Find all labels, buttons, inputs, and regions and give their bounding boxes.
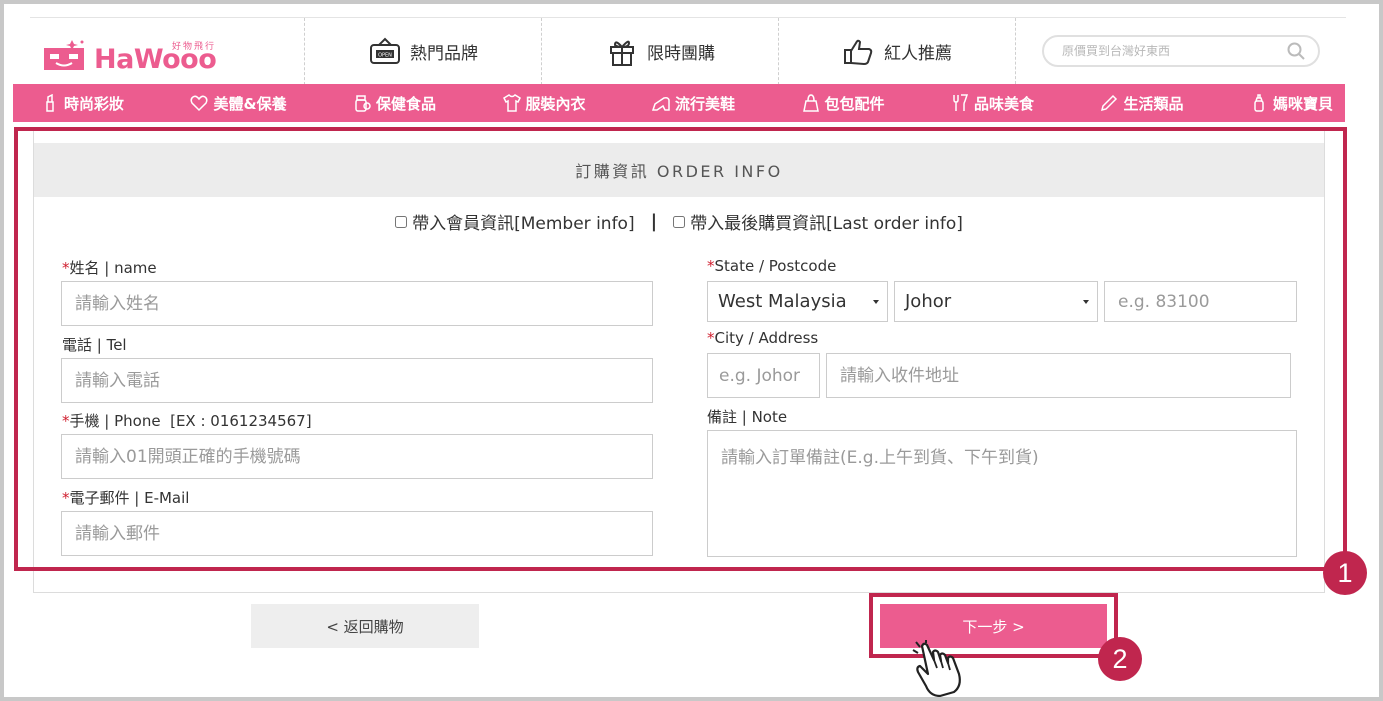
logo-mark-icon bbox=[44, 40, 84, 70]
category-bar: 時尚彩妝 美體&保養 保健食品 服裝內衣 流行美鞋 包包配件 品味美食 生活類品… bbox=[13, 84, 1345, 122]
dropdown-caret-icon bbox=[1083, 299, 1089, 304]
nav-influencer-picks[interactable]: 紅人推薦 bbox=[778, 18, 1015, 85]
category-label: 保健食品 bbox=[376, 94, 437, 113]
pencil-icon bbox=[1101, 94, 1118, 112]
dropdown-caret-icon bbox=[873, 299, 879, 304]
nav-group-buy[interactable]: 限時團購 bbox=[541, 18, 778, 85]
note-field[interactable] bbox=[707, 430, 1297, 557]
state-select-value: West Malaysia bbox=[718, 291, 847, 312]
last-order-checkbox[interactable] bbox=[673, 215, 686, 228]
member-info-option[interactable]: 帶入會員資訊[Member info] bbox=[395, 209, 635, 234]
category-bags[interactable]: 包包配件 bbox=[802, 93, 885, 114]
category-label: 媽咪寶貝 bbox=[1272, 94, 1333, 113]
gift-icon bbox=[610, 40, 634, 66]
option-separator: | bbox=[650, 211, 658, 232]
region-select-value: Johor bbox=[905, 291, 952, 312]
nav-hot-brands[interactable]: OPEN 熱門品牌 bbox=[304, 18, 541, 85]
step-badge-2: 2 bbox=[1098, 637, 1142, 681]
email-field[interactable] bbox=[61, 511, 653, 556]
search-input[interactable] bbox=[1062, 44, 1286, 58]
bag-icon bbox=[802, 94, 819, 112]
search-icon[interactable] bbox=[1286, 41, 1306, 61]
note-label: 備註 | Note bbox=[707, 408, 788, 426]
region-select[interactable]: Johor bbox=[894, 281, 1098, 322]
name-label: *姓名 | name bbox=[62, 259, 157, 277]
tel-label: 電話 | Tel bbox=[62, 336, 127, 354]
shirt-icon bbox=[502, 94, 521, 112]
category-shoes[interactable]: 流行美鞋 bbox=[652, 93, 735, 114]
site-header: HaWooo 好物飛行 OPEN 熱門品牌 限時團購 紅人推薦 原價買到台灣好東… bbox=[30, 17, 1346, 85]
supplement-icon bbox=[355, 95, 371, 112]
last-order-label: 帶入最後購買資訊[Last order info] bbox=[690, 214, 963, 234]
city-field[interactable] bbox=[707, 353, 820, 398]
category-food[interactable]: 品味美食 bbox=[951, 93, 1034, 114]
search-area bbox=[1015, 18, 1346, 84]
category-label: 包包配件 bbox=[824, 94, 885, 113]
category-bodycare[interactable]: 美體&保養 bbox=[190, 93, 287, 114]
lipstick-icon bbox=[46, 94, 54, 112]
nav-hot-brands-label: 熱門品牌 bbox=[410, 44, 478, 64]
nav-group-buy-label: 限時團購 bbox=[647, 44, 715, 64]
thumbs-up-icon bbox=[844, 39, 873, 65]
autofill-options: 帶入會員資訊[Member info] | 帶入最後購買資訊[Last orde… bbox=[34, 209, 1324, 234]
phone-field[interactable] bbox=[61, 434, 653, 479]
category-supplements[interactable]: 保健食品 bbox=[353, 93, 436, 114]
member-info-checkbox[interactable] bbox=[395, 215, 408, 228]
category-makeup[interactable]: 時尚彩妝 bbox=[41, 93, 124, 114]
member-info-label: 帶入會員資訊[Member info] bbox=[412, 214, 635, 234]
hand-pointer-icon bbox=[912, 640, 961, 698]
city-label: *City / Address bbox=[707, 329, 819, 347]
address-field[interactable] bbox=[826, 353, 1291, 398]
category-label: 生活類品 bbox=[1123, 94, 1184, 113]
category-label: 時尚彩妝 bbox=[64, 94, 125, 113]
open-sign-icon: OPEN bbox=[370, 37, 400, 64]
category-label: 流行美鞋 bbox=[675, 94, 736, 113]
category-living[interactable]: 生活類品 bbox=[1100, 93, 1183, 114]
search-box bbox=[1042, 35, 1320, 67]
back-to-shopping-button[interactable]: < 返回購物 bbox=[251, 604, 479, 648]
last-order-option[interactable]: 帶入最後購買資訊[Last order info] bbox=[673, 209, 963, 234]
category-clothing[interactable]: 服裝內衣 bbox=[502, 93, 586, 114]
heart-icon bbox=[190, 95, 209, 112]
logo-subtitle: 好物飛行 bbox=[172, 42, 217, 52]
panel-heading: 訂購資訊 ORDER INFO bbox=[34, 143, 1324, 197]
category-label: 服裝內衣 bbox=[525, 94, 586, 113]
state-label: *State / Postcode bbox=[707, 257, 837, 275]
postcode-field[interactable] bbox=[1104, 281, 1297, 322]
svg-text:OPEN: OPEN bbox=[378, 52, 392, 58]
email-label: *電子郵件 | E-Mail bbox=[62, 489, 190, 507]
site-logo[interactable]: HaWooo 好物飛行 bbox=[30, 18, 304, 85]
category-baby[interactable]: 媽咪寶貝 bbox=[1250, 93, 1333, 114]
category-label: 品味美食 bbox=[973, 94, 1034, 113]
name-field[interactable] bbox=[61, 281, 653, 326]
category-label: 美體&保養 bbox=[213, 94, 287, 113]
state-select[interactable]: West Malaysia bbox=[707, 281, 888, 322]
baby-bottle-icon bbox=[1254, 94, 1264, 112]
step-badge-1: 1 bbox=[1323, 551, 1367, 595]
tel-field[interactable] bbox=[61, 358, 653, 403]
heel-shoe-icon bbox=[652, 97, 670, 111]
phone-label: *手機 | Phone [EX : 0161234567] bbox=[62, 412, 312, 430]
cutlery-icon bbox=[953, 94, 969, 111]
nav-influencer-picks-label: 紅人推薦 bbox=[884, 44, 952, 64]
